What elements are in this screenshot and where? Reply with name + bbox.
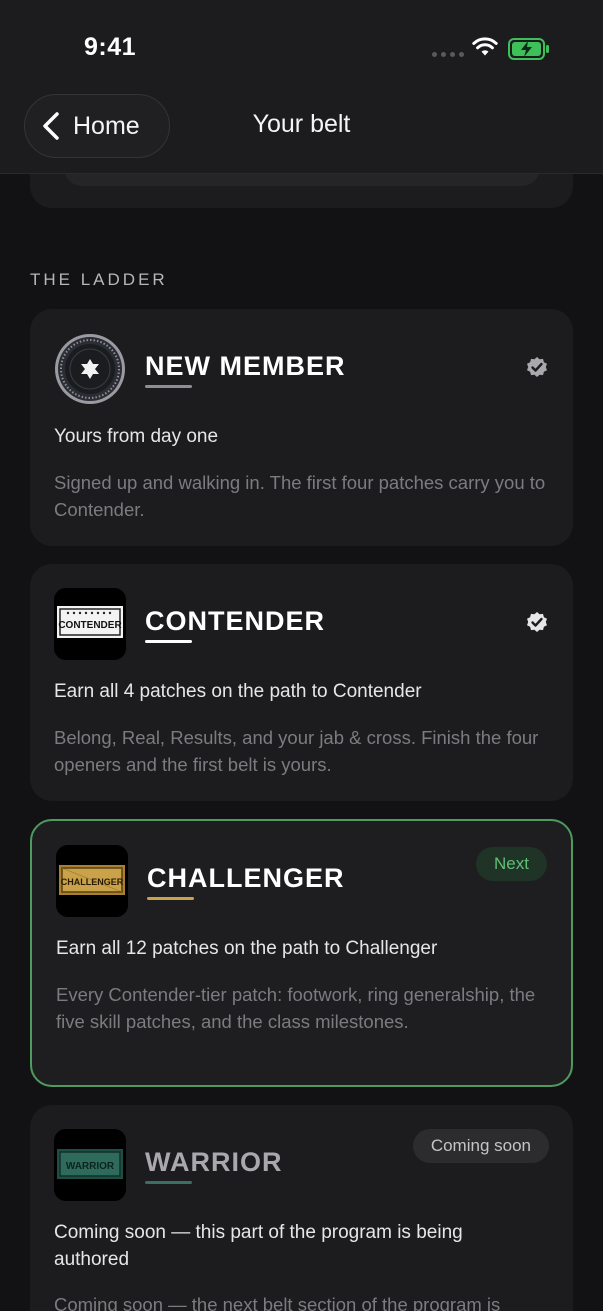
warrior-badge-text: WARRIOR bbox=[66, 1161, 115, 1172]
challenger-badge-text: CHALLENGER bbox=[61, 877, 124, 887]
next-badge: Next bbox=[476, 847, 547, 881]
checkmark-seal-icon bbox=[527, 612, 547, 632]
page-title: Your belt bbox=[252, 110, 351, 138]
card-lead: Earn all 4 patches on the path to Conten… bbox=[54, 681, 422, 702]
card-title: CHALLENGER bbox=[147, 863, 345, 893]
status-time: 9:41 bbox=[84, 33, 137, 61]
checkmark-seal-icon bbox=[527, 357, 547, 377]
card-lead: Earn all 12 patches on the path to Chall… bbox=[56, 938, 438, 959]
contender-badge: CONTENDER bbox=[54, 588, 126, 660]
title-underline bbox=[147, 897, 194, 900]
title-underline bbox=[145, 640, 192, 643]
status-bar: 9:41 bbox=[0, 0, 603, 90]
belt-card-new-member[interactable]: NEW MEMBER Yours from day one Signed up … bbox=[30, 309, 573, 546]
section-label: THE LADDER bbox=[30, 270, 168, 289]
challenger-badge: CHALLENGER bbox=[56, 845, 128, 917]
cellular-signal-icon bbox=[432, 52, 464, 58]
title-underline bbox=[145, 385, 192, 388]
card-description: Every Contender-tier patch: footwork, ri… bbox=[56, 984, 536, 1032]
card-title: WARRIOR bbox=[145, 1147, 283, 1177]
screen: 9:41 Home Your belt THE LADDER NEW MEMBE… bbox=[0, 0, 603, 1311]
card-description: Coming soon — the next belt section of t… bbox=[54, 1294, 501, 1311]
card-description: Signed up and walking in. The first four… bbox=[54, 472, 546, 520]
nav-header: Home Your belt bbox=[0, 90, 603, 174]
card-title: NEW MEMBER bbox=[145, 351, 346, 381]
belt-card-contender[interactable]: CONTENDER CONTENDER Earn all 4 patches o… bbox=[30, 564, 573, 801]
coming-soon-badge: Coming soon bbox=[412, 1129, 549, 1163]
belt-card-warrior[interactable]: WARRIOR WARRIOR Coming soon Coming soon … bbox=[30, 1105, 573, 1311]
card-description: Belong, Real, Results, and your jab & cr… bbox=[54, 727, 539, 775]
card-title: CONTENDER bbox=[145, 606, 326, 636]
belt-card-challenger[interactable]: CHALLENGER CHALLENGER Next Earn all 12 p… bbox=[30, 819, 573, 1087]
wifi-icon bbox=[472, 37, 498, 56]
card-lead: Yours from day one bbox=[54, 426, 219, 447]
new-member-badge bbox=[54, 333, 126, 405]
title-underline bbox=[145, 1181, 192, 1184]
card-lead: Coming soon — this part of the program i… bbox=[54, 1222, 463, 1270]
warrior-badge: WARRIOR bbox=[54, 1129, 126, 1201]
battery-charging-icon bbox=[508, 38, 549, 60]
contender-badge-text: CONTENDER bbox=[58, 620, 122, 631]
